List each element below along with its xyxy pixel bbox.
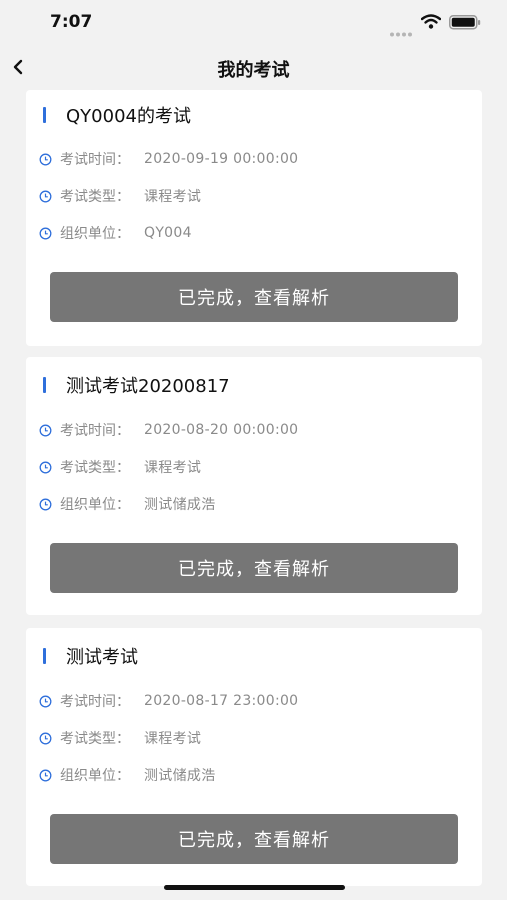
title-accent-bar bbox=[43, 377, 46, 393]
exam-type-label: 考试类型： bbox=[60, 731, 130, 747]
clock-icon bbox=[39, 732, 52, 744]
view-analysis-button[interactable]: 已完成，查看解析 bbox=[50, 814, 458, 864]
exam-type-row: 考试类型： 课程考试 bbox=[39, 728, 459, 748]
exam-time-label: 考试时间： bbox=[60, 152, 130, 168]
exam-type-value: 课程考试 bbox=[144, 460, 202, 476]
clock-icon bbox=[39, 695, 52, 707]
status-time: 7:07 bbox=[50, 12, 93, 32]
exam-time-row: 考试时间： 2020-08-17 23:00:00 bbox=[39, 691, 459, 711]
clock-icon bbox=[39, 227, 52, 239]
exam-card[interactable]: 测试考试 考试时间： 2020-08-17 23:00:00 考试类型： 课程考… bbox=[26, 628, 482, 886]
exam-time-value: 2020-08-20 00:00:00 bbox=[144, 422, 299, 438]
organizer-value: 测试储成浩 bbox=[144, 768, 216, 784]
exam-type-label: 考试类型： bbox=[60, 460, 130, 476]
exam-title: QY0004的考试 bbox=[66, 106, 191, 127]
exam-time-row: 考试时间： 2020-09-19 00:00:00 bbox=[39, 149, 459, 169]
exam-card[interactable]: QY0004的考试 考试时间： 2020-09-19 00:00:00 考试类型… bbox=[26, 90, 482, 346]
organizer-label: 组织单位： bbox=[60, 497, 130, 513]
organizer-value: QY004 bbox=[144, 225, 192, 241]
exam-time-value: 2020-08-17 23:00:00 bbox=[144, 693, 299, 709]
organizer-row: 组织单位： 测试储成浩 bbox=[39, 765, 459, 785]
exam-time-row: 考试时间： 2020-08-20 00:00:00 bbox=[39, 420, 459, 440]
cellular-signal-icon bbox=[390, 23, 412, 42]
organizer-row: 组织单位： 测试储成浩 bbox=[39, 494, 459, 514]
exam-card[interactable]: 测试考试20200817 考试时间： 2020-08-20 00:00:00 考… bbox=[26, 357, 482, 615]
exam-list[interactable]: QY0004的考试 考试时间： 2020-09-19 00:00:00 考试类型… bbox=[0, 90, 507, 900]
clock-icon bbox=[39, 461, 52, 473]
status-bar: 7:07 bbox=[0, 0, 507, 44]
exam-title: 测试考试20200817 bbox=[66, 376, 230, 397]
page-title: 我的考试 bbox=[217, 60, 290, 81]
organizer-label: 组织单位： bbox=[60, 226, 130, 242]
exam-type-row: 考试类型： 课程考试 bbox=[39, 186, 459, 206]
exam-type-value: 课程考试 bbox=[144, 189, 202, 205]
exam-time-label: 考试时间： bbox=[60, 423, 130, 439]
exam-type-row: 考试类型： 课程考试 bbox=[39, 457, 459, 477]
clock-icon bbox=[39, 769, 52, 781]
clock-icon bbox=[39, 190, 52, 202]
clock-icon bbox=[39, 424, 52, 436]
clock-icon bbox=[39, 153, 52, 165]
view-analysis-button[interactable]: 已完成，查看解析 bbox=[50, 543, 458, 593]
exam-type-value: 课程考试 bbox=[144, 731, 202, 747]
title-accent-bar bbox=[43, 107, 46, 123]
wifi-icon bbox=[420, 14, 442, 33]
exam-type-label: 考试类型： bbox=[60, 189, 130, 205]
battery-icon bbox=[449, 15, 481, 34]
view-analysis-button[interactable]: 已完成，查看解析 bbox=[50, 272, 458, 322]
exam-time-label: 考试时间： bbox=[60, 694, 130, 710]
home-indicator[interactable] bbox=[164, 885, 345, 890]
clock-icon bbox=[39, 498, 52, 510]
title-accent-bar bbox=[43, 648, 46, 664]
exam-time-value: 2020-09-19 00:00:00 bbox=[144, 151, 299, 167]
organizer-label: 组织单位： bbox=[60, 768, 130, 784]
organizer-value: 测试储成浩 bbox=[144, 497, 216, 513]
organizer-row: 组织单位： QY004 bbox=[39, 223, 459, 243]
nav-bar: 我的考试 bbox=[0, 44, 507, 90]
exam-title: 测试考试 bbox=[66, 647, 138, 668]
